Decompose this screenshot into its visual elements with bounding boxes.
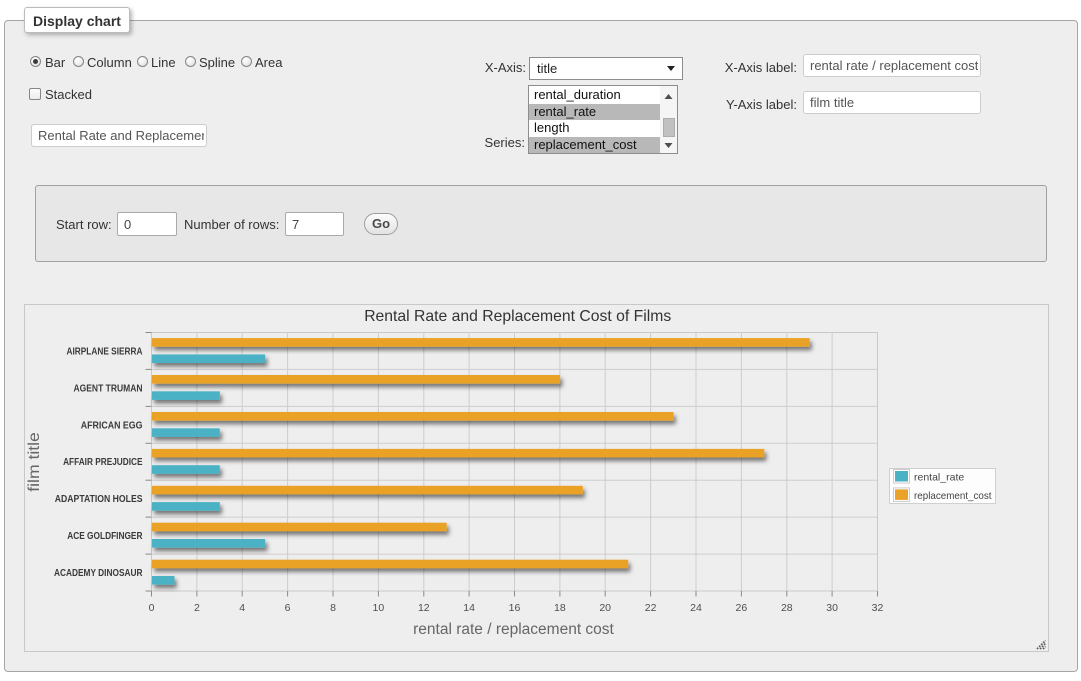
svg-text:30: 30 [826, 602, 838, 614]
svg-text:AGENT TRUMAN: AGENT TRUMAN [74, 382, 143, 394]
svg-text:film title: film title [26, 432, 43, 492]
svg-text:20: 20 [599, 602, 611, 614]
svg-text:rental_rate: rental_rate [914, 472, 964, 484]
svg-text:8: 8 [330, 602, 336, 614]
svg-text:16: 16 [509, 602, 521, 614]
svg-text:12: 12 [418, 602, 430, 614]
svg-text:26: 26 [736, 602, 748, 614]
svg-text:rental rate / replacement cost: rental rate / replacement cost [413, 621, 614, 638]
svg-text:4: 4 [239, 602, 245, 614]
svg-text:replacement_cost: replacement_cost [914, 490, 992, 502]
svg-text:ACE GOLDFINGER: ACE GOLDFINGER [67, 530, 143, 542]
svg-text:2: 2 [194, 602, 200, 614]
svg-text:0: 0 [149, 602, 155, 614]
svg-text:24: 24 [690, 602, 702, 614]
svg-text:ACADEMY DINOSAUR: ACADEMY DINOSAUR [54, 567, 143, 579]
svg-text:6: 6 [285, 602, 291, 614]
svg-text:28: 28 [781, 602, 793, 614]
svg-text:AIRPLANE SIERRA: AIRPLANE SIERRA [67, 346, 143, 358]
svg-text:AFFAIR PREJUDICE: AFFAIR PREJUDICE [63, 456, 142, 468]
svg-text:18: 18 [554, 602, 566, 614]
svg-text:14: 14 [463, 602, 475, 614]
svg-text:10: 10 [373, 602, 385, 614]
svg-text:Rental Rate and Replacement Co: Rental Rate and Replacement Cost of Film… [364, 308, 671, 325]
svg-text:ADAPTATION HOLES: ADAPTATION HOLES [55, 493, 143, 505]
svg-text:AFRICAN EGG: AFRICAN EGG [81, 419, 143, 431]
svg-text:22: 22 [645, 602, 657, 614]
svg-text:32: 32 [872, 602, 884, 614]
